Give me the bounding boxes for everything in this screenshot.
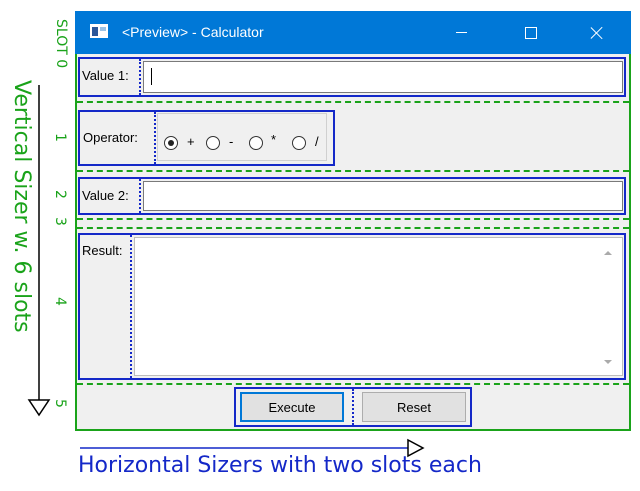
slot-separator bbox=[77, 101, 629, 103]
operator-minus-radio[interactable] bbox=[206, 136, 220, 150]
operator-label: Operator: bbox=[83, 130, 138, 145]
slot-separator bbox=[77, 218, 629, 220]
slot-divider bbox=[139, 179, 141, 213]
operator-plus-radio[interactable] bbox=[164, 136, 178, 150]
slot-separator bbox=[77, 170, 629, 172]
text-caret bbox=[151, 68, 152, 85]
vertical-arrow-icon bbox=[27, 85, 51, 417]
slot-label-1: 1 bbox=[52, 133, 68, 142]
window-title: <Preview> - Calculator bbox=[122, 24, 264, 40]
value2-input[interactable] bbox=[143, 181, 623, 211]
maximize-icon bbox=[525, 27, 537, 39]
value2-label: Value 2: bbox=[82, 188, 129, 203]
operator-plus-label[interactable]: + bbox=[187, 134, 195, 149]
operator-minus-label[interactable]: - bbox=[229, 134, 233, 149]
app-icon bbox=[90, 24, 108, 38]
result-label: Result: bbox=[82, 243, 123, 258]
slot-divider bbox=[352, 389, 354, 425]
maximize-button[interactable] bbox=[508, 11, 554, 54]
scroll-up-icon[interactable] bbox=[604, 251, 612, 255]
slot-separator bbox=[77, 383, 629, 385]
slot-separator bbox=[77, 227, 629, 229]
close-button[interactable] bbox=[574, 11, 620, 54]
slot-label-2: 2 bbox=[52, 190, 68, 199]
reset-button[interactable]: Reset bbox=[362, 392, 466, 422]
execute-button[interactable]: Execute bbox=[240, 392, 344, 422]
slot-label-0: SLOT 0 bbox=[53, 19, 69, 69]
slot-divider bbox=[154, 112, 156, 164]
slot-label-5: 5 bbox=[52, 399, 68, 408]
slot-label-3: 3 bbox=[52, 217, 68, 226]
operator-multiply-label[interactable]: * bbox=[271, 132, 276, 147]
slot-label-4: 4 bbox=[52, 297, 68, 306]
minimize-button[interactable] bbox=[439, 11, 485, 54]
value1-label: Value 1: bbox=[82, 68, 129, 83]
operator-divide-radio[interactable] bbox=[292, 136, 306, 150]
minimize-icon bbox=[456, 32, 467, 33]
horizontal-sizer-caption: Horizontal Sizers with two slots each bbox=[78, 453, 482, 478]
value1-input[interactable] bbox=[143, 61, 623, 93]
slot-divider bbox=[139, 59, 141, 95]
operator-divide-label[interactable]: / bbox=[315, 134, 319, 149]
slot-divider bbox=[130, 235, 132, 378]
operator-multiply-radio[interactable] bbox=[249, 136, 263, 150]
scroll-down-icon[interactable] bbox=[604, 360, 612, 364]
result-textarea[interactable] bbox=[134, 237, 623, 376]
